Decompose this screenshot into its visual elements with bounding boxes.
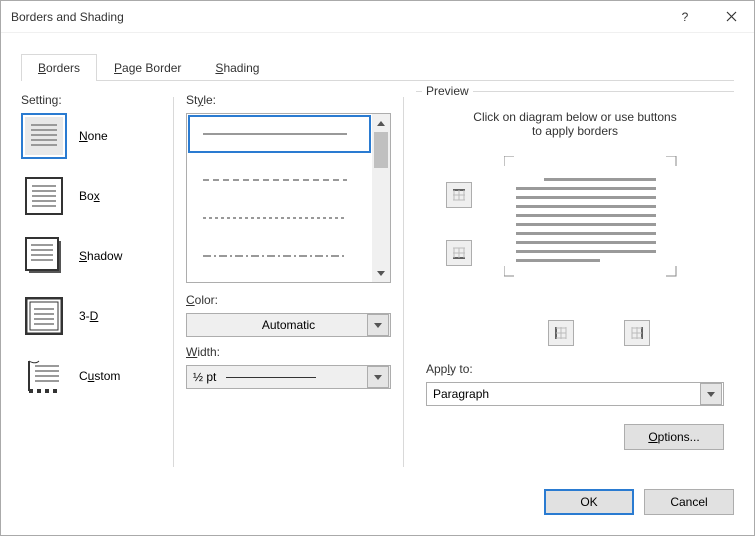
corner-br-icon [666, 266, 680, 280]
3d-icon [21, 293, 67, 339]
style-item-long-dash[interactable] [187, 154, 372, 194]
preview-group: Preview Click on diagram below or use bu… [416, 91, 734, 460]
custom-icon [21, 353, 67, 399]
preview-diagram[interactable] [426, 158, 724, 308]
style-item-solid[interactable] [187, 114, 372, 154]
width-dropdown-arrow[interactable] [367, 366, 389, 388]
divider-2 [403, 97, 404, 467]
style-list [187, 114, 372, 282]
setting-3d[interactable]: 3-D [21, 293, 161, 339]
color-dropdown[interactable]: Automatic [186, 313, 391, 337]
tab-page-border[interactable]: Page Border [97, 54, 198, 81]
tab-strip: Borders Page Border Shading [21, 53, 754, 80]
width-value: ½ pt [193, 370, 384, 384]
style-item-short-dash[interactable] [187, 194, 372, 234]
apply-to-value: Paragraph [433, 387, 717, 401]
dialog-title: Borders and Shading [11, 10, 662, 24]
box-icon [21, 173, 67, 219]
setting-shadow-label: Shadow [79, 249, 122, 263]
close-button[interactable] [708, 1, 754, 33]
scroll-thumb[interactable] [374, 132, 388, 168]
border-left-toggle[interactable] [548, 320, 574, 346]
preview-column: Preview Click on diagram below or use bu… [416, 93, 734, 471]
vertical-border-toggles [474, 320, 724, 346]
scroll-up-icon[interactable] [372, 114, 390, 132]
setting-column: Setting: None Box Shadow [21, 93, 161, 471]
setting-none[interactable]: None [21, 113, 161, 159]
tab-shading[interactable]: Shading [198, 54, 276, 81]
width-dropdown[interactable]: ½ pt [186, 365, 391, 389]
tab-content: Setting: None Box Shadow [1, 81, 754, 479]
close-icon [726, 11, 737, 22]
titlebar: Borders and Shading ? [1, 1, 754, 33]
color-label: Color: [186, 293, 391, 307]
corner-bl-icon [504, 266, 518, 280]
chevron-down-icon [374, 375, 382, 380]
ok-button[interactable]: OK [544, 489, 634, 515]
divider-1 [173, 97, 174, 467]
width-label: Width: [186, 345, 391, 359]
color-dropdown-arrow[interactable] [367, 314, 389, 336]
preview-legend: Preview [422, 84, 473, 98]
style-column: Style: Color: Automatic [186, 93, 391, 471]
preview-hint: Click on diagram below or use buttons to… [426, 110, 724, 138]
chevron-down-icon [374, 323, 382, 328]
style-item-dash-dot[interactable] [187, 234, 372, 274]
setting-label: Setting: [21, 93, 161, 107]
corner-tl-icon [504, 156, 518, 170]
setting-shadow[interactable]: Shadow [21, 233, 161, 279]
cancel-button[interactable]: Cancel [644, 489, 734, 515]
help-button[interactable]: ? [662, 1, 708, 33]
tab-borders[interactable]: Borders [21, 54, 97, 81]
border-top-toggle[interactable] [446, 182, 472, 208]
chevron-down-icon [707, 392, 715, 397]
setting-3d-label: 3-D [79, 309, 98, 323]
dialog-footer: OK Cancel [1, 479, 754, 535]
scroll-down-icon[interactable] [372, 264, 390, 282]
style-listbox[interactable] [186, 113, 391, 283]
options-button[interactable]: Options... [624, 424, 724, 450]
style-label: Style: [186, 93, 391, 107]
setting-box-label: Box [79, 189, 100, 203]
apply-to-row: Apply to: Paragraph [426, 362, 724, 406]
preview-paragraph[interactable] [516, 178, 656, 268]
style-scrollbar[interactable] [372, 114, 390, 282]
setting-box[interactable]: Box [21, 173, 161, 219]
apply-to-arrow[interactable] [700, 383, 722, 405]
setting-none-label: None [79, 129, 108, 143]
apply-to-dropdown[interactable]: Paragraph [426, 382, 724, 406]
borders-shading-dialog: Borders and Shading ? Borders Page Borde… [0, 0, 755, 536]
border-right-toggle[interactable] [624, 320, 650, 346]
color-value: Automatic [193, 318, 384, 332]
apply-to-label: Apply to: [426, 362, 724, 376]
none-icon [21, 113, 67, 159]
corner-tr-icon [666, 156, 680, 170]
border-bottom-toggle[interactable] [446, 240, 472, 266]
shadow-icon [21, 233, 67, 279]
setting-custom-label: Custom [79, 369, 120, 383]
setting-custom[interactable]: Custom [21, 353, 161, 399]
